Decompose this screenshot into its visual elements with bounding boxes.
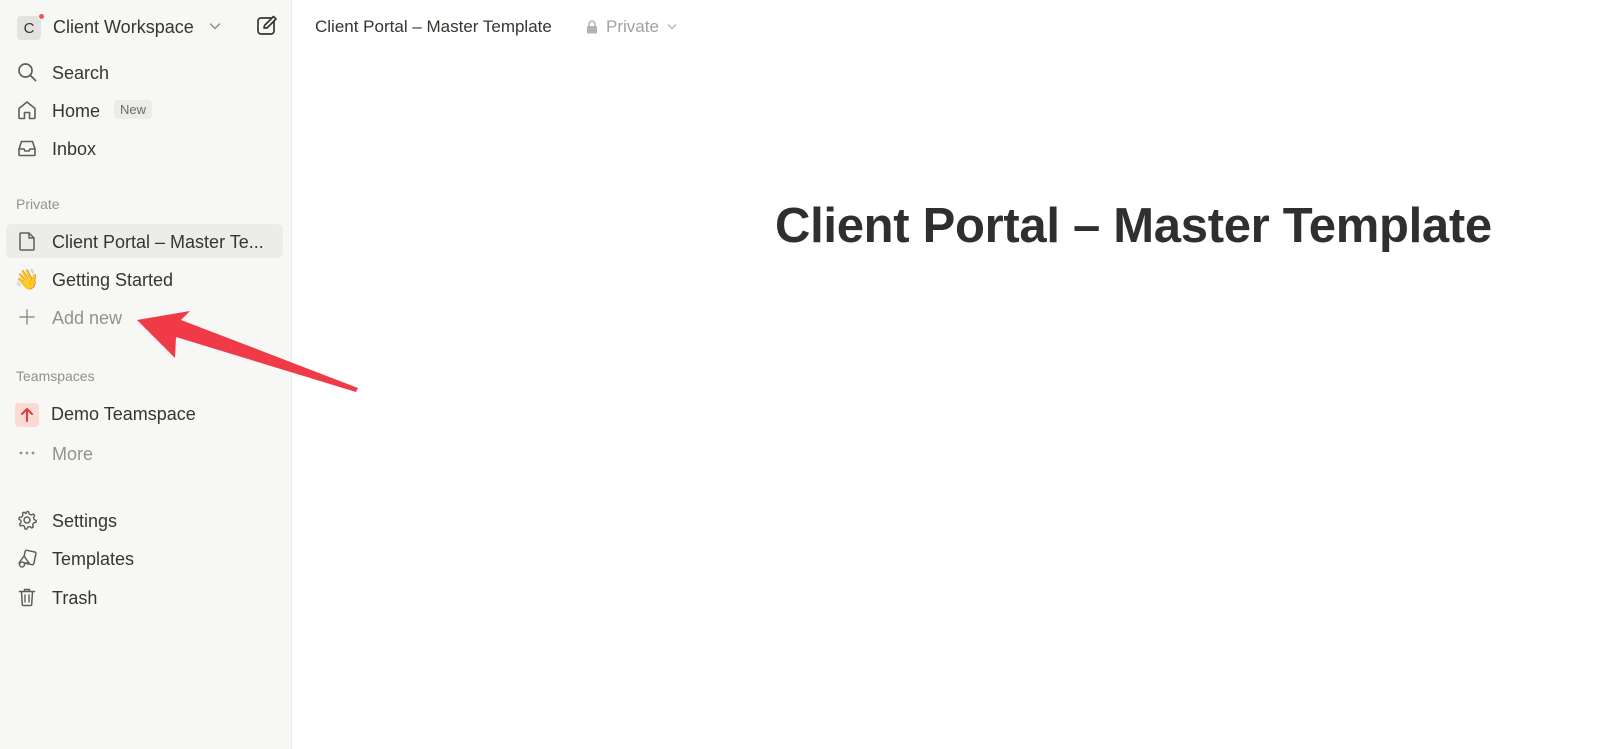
sidebar-item-label: Inbox — [52, 139, 97, 159]
gear-icon — [16, 509, 38, 531]
teamspace-arrow-up-icon — [15, 403, 39, 427]
sidebar-item-settings[interactable]: Settings — [6, 503, 283, 537]
page-title[interactable]: Client Portal – Master Template — [775, 198, 1492, 254]
sidebar-item-templates[interactable]: Templates — [6, 541, 283, 575]
privacy-dropdown[interactable]: Private — [584, 17, 679, 37]
sidebar-item-label: Settings — [52, 511, 118, 531]
sidebar-item-search[interactable]: Search — [6, 55, 283, 89]
sidebar-item-label: Getting Started — [52, 270, 174, 290]
workspace-name: Client Workspace — [53, 17, 194, 37]
topbar: Client Portal – Master Template Private — [292, 0, 1600, 52]
sidebar-item-more[interactable]: More — [6, 436, 283, 470]
sidebar-item-label: Demo Teamspace — [51, 404, 196, 424]
waving-hand-icon: 👋 — [14, 268, 40, 291]
sidebar-item-trash[interactable]: Trash — [6, 580, 283, 614]
home-icon — [16, 99, 38, 121]
lock-icon — [587, 20, 597, 34]
chevron-down-icon — [209, 23, 221, 30]
templates-icon — [16, 547, 38, 569]
workspace-avatar: C — [17, 16, 41, 40]
sidebar-item-demo-teamspace[interactable]: Demo Teamspace — [6, 396, 283, 430]
sidebar-item-label: Client Portal – Master Te... — [52, 232, 264, 252]
workspace-avatar-letter: C — [23, 19, 35, 37]
sidebar-item-label: Home — [52, 101, 101, 121]
inbox-icon — [16, 137, 38, 159]
page-icon — [16, 230, 38, 252]
plus-icon — [16, 306, 38, 328]
sidebar-item-client-portal[interactable]: Client Portal – Master Te... — [6, 224, 283, 258]
sidebar-item-label: Trash — [52, 588, 98, 608]
new-badge: New — [114, 100, 153, 119]
chevron-down-icon — [667, 24, 677, 30]
annotation-arrow-icon — [137, 311, 358, 392]
sidebar-item-getting-started[interactable]: 👋 Getting Started — [6, 262, 283, 296]
workspace-switcher[interactable]: C Client Workspace — [0, 8, 292, 46]
sidebar-item-label: Search — [52, 63, 110, 83]
more-horizontal-icon — [16, 442, 38, 464]
sidebar-item-label: Templates — [52, 549, 135, 569]
notification-dot — [38, 13, 45, 20]
section-label-private[interactable]: Private — [16, 196, 60, 212]
breadcrumb[interactable]: Client Portal – Master Template — [315, 17, 552, 37]
search-icon — [16, 61, 38, 83]
sidebar-item-label: More — [52, 444, 94, 464]
sidebar-item-inbox[interactable]: Inbox — [6, 131, 283, 165]
section-label-teamspaces[interactable]: Teamspaces — [16, 368, 95, 384]
sidebar-item-home[interactable]: Home New — [6, 93, 283, 127]
new-page-icon[interactable] — [255, 14, 279, 38]
privacy-label: Private — [606, 17, 659, 36]
sidebar-item-label: Add new — [52, 308, 123, 328]
trash-icon — [16, 586, 38, 608]
